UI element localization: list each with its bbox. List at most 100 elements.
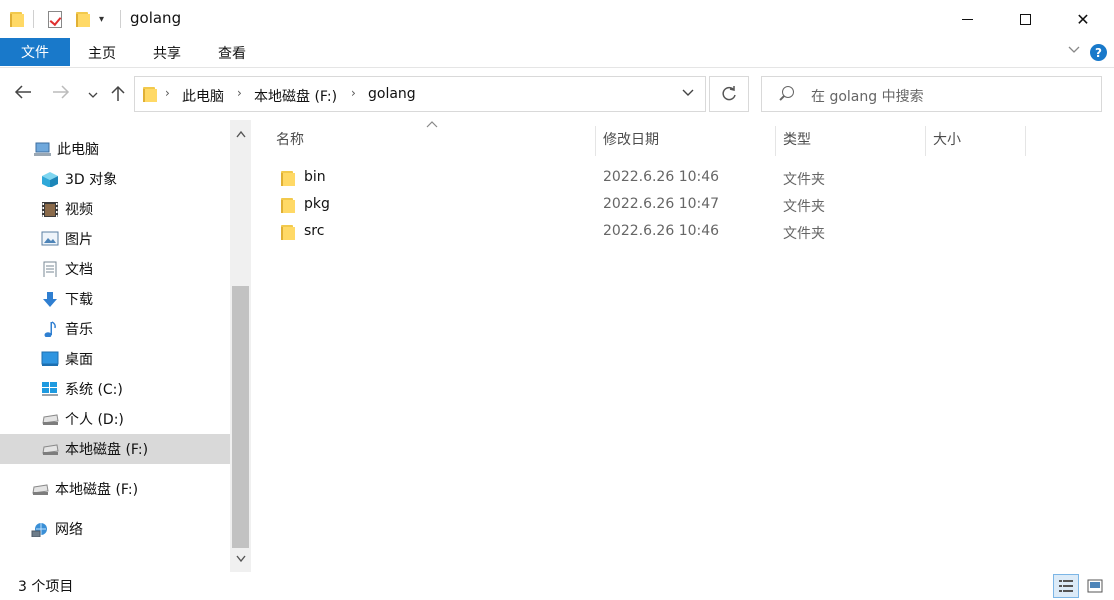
breadcrumb-this-pc[interactable]: 此电脑 (182, 86, 224, 106)
close-button[interactable]: ✕ (1060, 0, 1106, 38)
file-row-bin[interactable]: bin 2022.6.26 10:46 文件夹 (272, 165, 1112, 191)
file-type: 文件夹 (783, 226, 825, 242)
nav-item-local-disk-f-root[interactable]: 本地磁盘 (F:) (0, 474, 230, 504)
nav-item-label: 下载 (65, 292, 93, 308)
minimize-button[interactable] (944, 0, 990, 38)
nav-item-network[interactable]: 网络 (0, 514, 230, 544)
file-row-pkg[interactable]: pkg 2022.6.26 10:47 文件夹 (272, 192, 1112, 218)
tab-view[interactable]: 查看 (208, 38, 256, 67)
desktop-icon (41, 351, 59, 366)
nav-item-label: 图片 (65, 232, 93, 248)
navigation-pane: 此电脑 3D 对象 视频 图片 文档 下载 音乐 桌面 系统 (C:) 个人 (… (0, 120, 251, 572)
refresh-button[interactable] (709, 76, 749, 112)
properties-quick-access-button[interactable] (48, 9, 62, 29)
nav-item-3d-objects[interactable]: 3D 对象 (0, 164, 230, 194)
breadcrumb-local-disk-f[interactable]: 本地磁盘 (F:) (254, 86, 337, 106)
nav-item-label: 本地磁盘 (F:) (65, 442, 149, 458)
nav-item-pictures[interactable]: 图片 (0, 224, 230, 254)
nav-item-local-disk-f[interactable]: 本地磁盘 (F:) (0, 434, 230, 464)
picture-icon (41, 231, 59, 246)
column-divider[interactable] (1025, 126, 1026, 156)
column-header-label: 名称 (276, 132, 304, 148)
nav-item-label: 网络 (55, 522, 83, 538)
folder-icon (281, 170, 295, 190)
scroll-up-button[interactable] (230, 123, 251, 145)
search-input[interactable]: 在 golang 中搜索 (811, 86, 924, 106)
forward-button[interactable] (52, 84, 70, 104)
up-button[interactable] (110, 84, 126, 106)
breadcrumb-separator-icon[interactable]: › (351, 86, 356, 100)
chevron-down-icon (88, 92, 98, 98)
nav-item-label: 桌面 (65, 352, 93, 368)
nav-item-desktop[interactable]: 桌面 (0, 344, 230, 374)
column-divider[interactable] (925, 126, 926, 156)
column-header-date[interactable]: 修改日期 (603, 120, 773, 158)
file-name: pkg (304, 196, 330, 212)
breadcrumb-golang[interactable]: golang (368, 86, 416, 102)
large-icons-view-button[interactable] (1082, 574, 1108, 598)
details-view-button[interactable] (1053, 574, 1079, 598)
minimize-icon (961, 18, 973, 20)
address-bar[interactable]: › 此电脑 › 本地磁盘 (F:) › golang (134, 76, 706, 112)
search-box[interactable]: 在 golang 中搜索 (761, 76, 1102, 112)
details-view-icon (1059, 580, 1073, 592)
file-type: 文件夹 (783, 199, 825, 215)
nav-scrollbar[interactable] (230, 120, 251, 572)
new-folder-quick-access-button[interactable] (76, 9, 90, 29)
back-button[interactable] (14, 84, 32, 104)
expand-ribbon-button[interactable] (1067, 43, 1081, 61)
nav-item-documents[interactable]: 文档 (0, 254, 230, 284)
file-date: 2022.6.26 10:46 (603, 169, 720, 185)
help-button[interactable]: ? (1090, 44, 1107, 61)
file-name: src (304, 223, 325, 239)
cube-icon (42, 172, 58, 187)
back-arrow-icon (14, 85, 31, 99)
scroll-down-button[interactable] (230, 548, 251, 570)
network-icon (31, 523, 47, 537)
tab-share[interactable]: 共享 (143, 38, 191, 67)
nav-item-label: 本地磁盘 (F:) (55, 482, 139, 498)
nav-item-videos[interactable]: 视频 (0, 194, 230, 224)
tab-file[interactable]: 文件 (0, 38, 70, 66)
folder-icon (143, 86, 157, 106)
chevron-down-icon (682, 89, 694, 96)
status-bar: 3 个项目 (0, 572, 1114, 600)
column-header-name[interactable]: 名称 (276, 120, 594, 158)
column-header-size[interactable]: 大小 (933, 120, 1023, 158)
chevron-up-icon (235, 130, 246, 138)
tab-home[interactable]: 主页 (78, 38, 126, 67)
nav-item-personal-d[interactable]: 个人 (D:) (0, 404, 230, 434)
address-history-button[interactable] (681, 86, 695, 103)
properties-icon (48, 10, 62, 28)
search-icon (778, 85, 794, 103)
nav-item-this-pc[interactable]: 此电脑 (0, 134, 230, 164)
column-divider[interactable] (595, 126, 596, 156)
folder-icon (10, 9, 24, 29)
nav-item-downloads[interactable]: 下载 (0, 284, 230, 314)
document-icon (43, 261, 57, 277)
file-list: 名称 修改日期 类型 大小 bin 2022.6.26 10:46 文件夹 pk… (252, 120, 1114, 572)
column-header-type[interactable]: 类型 (783, 120, 923, 158)
large-icons-view-icon (1087, 579, 1103, 593)
customize-quick-access-button[interactable]: ▾ (99, 9, 104, 29)
breadcrumb-separator-icon[interactable]: › (165, 86, 170, 100)
file-row-src[interactable]: src 2022.6.26 10:46 文件夹 (272, 219, 1112, 245)
scrollbar-thumb[interactable] (232, 286, 249, 548)
ribbon: 文件 主页 共享 查看 ? (0, 38, 1114, 68)
divider (120, 10, 121, 28)
nav-item-system-c[interactable]: 系统 (C:) (0, 374, 230, 404)
new-folder-icon (76, 11, 90, 27)
maximize-button[interactable] (1002, 0, 1048, 38)
column-header-label: 修改日期 (603, 132, 659, 148)
recent-locations-button[interactable] (87, 86, 99, 105)
breadcrumb-separator-icon[interactable]: › (237, 86, 242, 100)
folder-icon (281, 224, 295, 244)
drive-icon (42, 444, 59, 455)
column-divider[interactable] (775, 126, 776, 156)
nav-item-music[interactable]: 音乐 (0, 314, 230, 344)
maximize-icon (1019, 13, 1031, 25)
column-header-label: 类型 (783, 132, 811, 148)
nav-item-label: 此电脑 (57, 142, 99, 158)
folder-icon (281, 197, 295, 217)
nav-item-label: 文档 (65, 262, 93, 278)
